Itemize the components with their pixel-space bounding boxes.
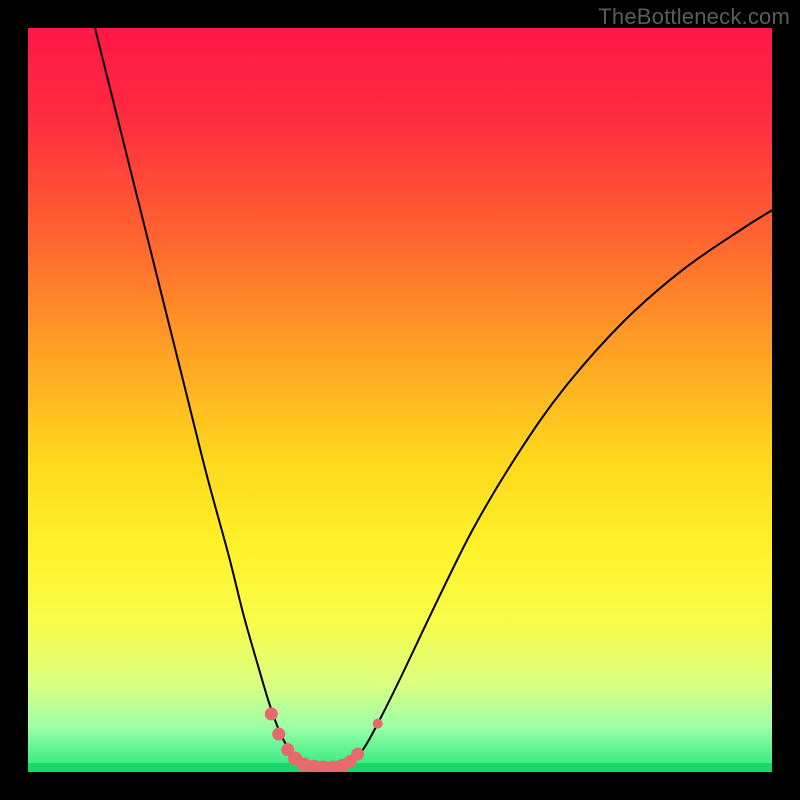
plot-area <box>28 28 772 772</box>
watermark-text: TheBottleneck.com <box>598 4 790 30</box>
bottom-green-band <box>28 763 772 772</box>
gradient-background <box>28 28 772 772</box>
chart-frame: TheBottleneck.com <box>0 0 800 800</box>
highlight-dot <box>373 719 383 729</box>
highlight-dot <box>272 728 285 741</box>
chart-svg <box>28 28 772 772</box>
highlight-dot <box>265 707 278 720</box>
highlight-dot <box>351 748 364 761</box>
